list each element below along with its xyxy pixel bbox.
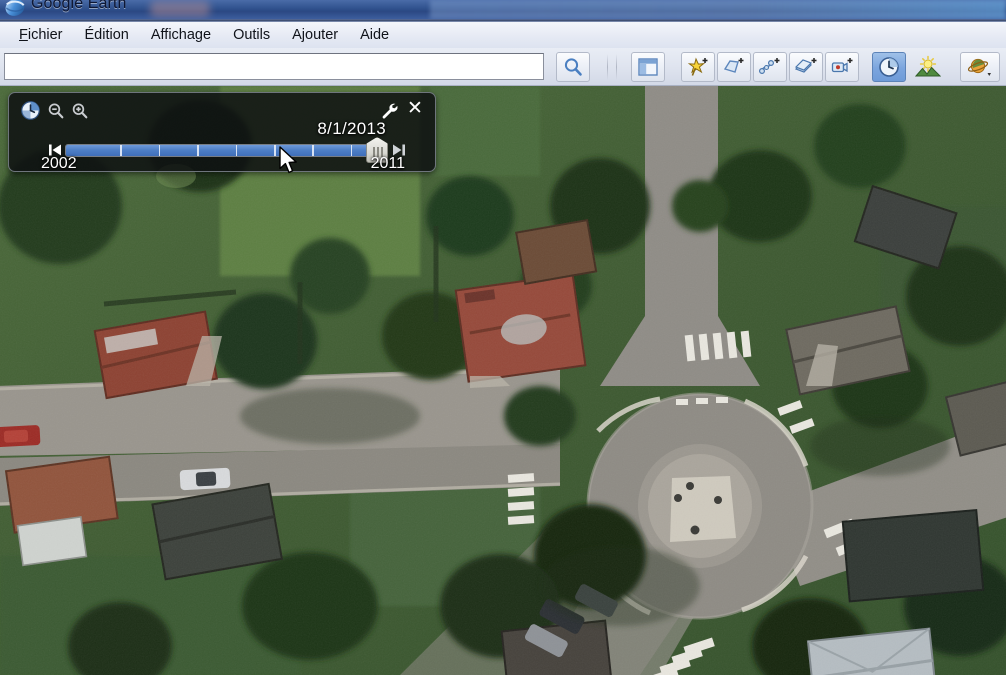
menu-aide[interactable]: Aide (349, 25, 400, 46)
map-viewport[interactable] (0, 86, 1006, 675)
zoom-out-icon[interactable] (47, 102, 65, 120)
polygon-icon (722, 56, 746, 78)
google-earth-window: Google Earth FFichierichier Édition Affi… (0, 0, 1006, 675)
sun-over-hills-icon (915, 55, 941, 79)
search-field-wrapper (4, 53, 544, 80)
search-icon (562, 56, 584, 78)
range-start-label: 2002 (41, 155, 77, 173)
time-slider-tick (274, 145, 276, 156)
main-toolbar (0, 48, 1006, 86)
wrench-icon[interactable] (380, 101, 399, 120)
menu-fichier[interactable]: FFichierichier (8, 25, 74, 46)
time-slider-tick (236, 145, 238, 156)
menu-outils[interactable]: Outils (222, 25, 281, 46)
add-image-overlay-button[interactable] (789, 52, 823, 82)
time-slider-tick (351, 145, 353, 156)
titlebar-decoration (150, 1, 210, 17)
add-path-button[interactable] (753, 52, 787, 82)
aerial-imagery (0, 86, 1006, 675)
current-date-label: 8/1/2013 (317, 119, 386, 139)
path-icon (758, 56, 782, 78)
window-title: Google Earth (31, 0, 126, 13)
time-slider-fill (66, 145, 386, 156)
toggle-sidebar-button[interactable] (631, 52, 665, 82)
record-tour-icon (830, 56, 854, 78)
window-titlebar[interactable]: Google Earth (0, 0, 1006, 19)
menu-affichage[interactable]: Affichage (140, 25, 222, 46)
google-earth-globe-icon (4, 0, 26, 18)
toolbar-separator (616, 54, 617, 80)
add-polygon-button[interactable] (717, 52, 751, 82)
add-placemark-button[interactable] (681, 52, 715, 82)
clock-icon[interactable] (20, 100, 41, 121)
search-input[interactable] (4, 53, 544, 80)
planet-icon (967, 56, 993, 78)
time-slider[interactable] (43, 141, 411, 159)
switch-planet-button[interactable] (960, 52, 1000, 82)
titlebar-glass-decoration (430, 0, 1006, 19)
image-overlay-icon (794, 56, 818, 78)
search-button[interactable] (556, 52, 590, 82)
zoom-in-icon[interactable] (71, 102, 89, 120)
time-slider-tick (120, 145, 122, 156)
range-end-label: 2011 (371, 155, 405, 173)
mouse-cursor (278, 146, 300, 176)
menu-ajouter[interactable]: Ajouter (281, 25, 349, 46)
sidebar-panel-icon (637, 57, 659, 77)
time-slider-track[interactable] (65, 144, 387, 157)
menubar: FFichierichier Édition Affichage Outils … (0, 22, 1006, 48)
clock-icon (877, 55, 901, 79)
historical-imagery-time-panel[interactable]: ✕ 8/1/2013 (8, 92, 436, 172)
menu-edition[interactable]: Édition (74, 25, 140, 46)
time-slider-tick (197, 145, 199, 156)
record-tour-button[interactable] (825, 52, 859, 82)
time-slider-tick (312, 145, 314, 156)
historical-imagery-button[interactable] (872, 52, 906, 82)
time-slider-tick (159, 145, 161, 156)
toolbar-separator (607, 54, 608, 80)
placemark-pin-icon (686, 56, 710, 78)
close-icon[interactable]: ✕ (406, 100, 424, 118)
sunlight-button[interactable] (911, 52, 945, 82)
